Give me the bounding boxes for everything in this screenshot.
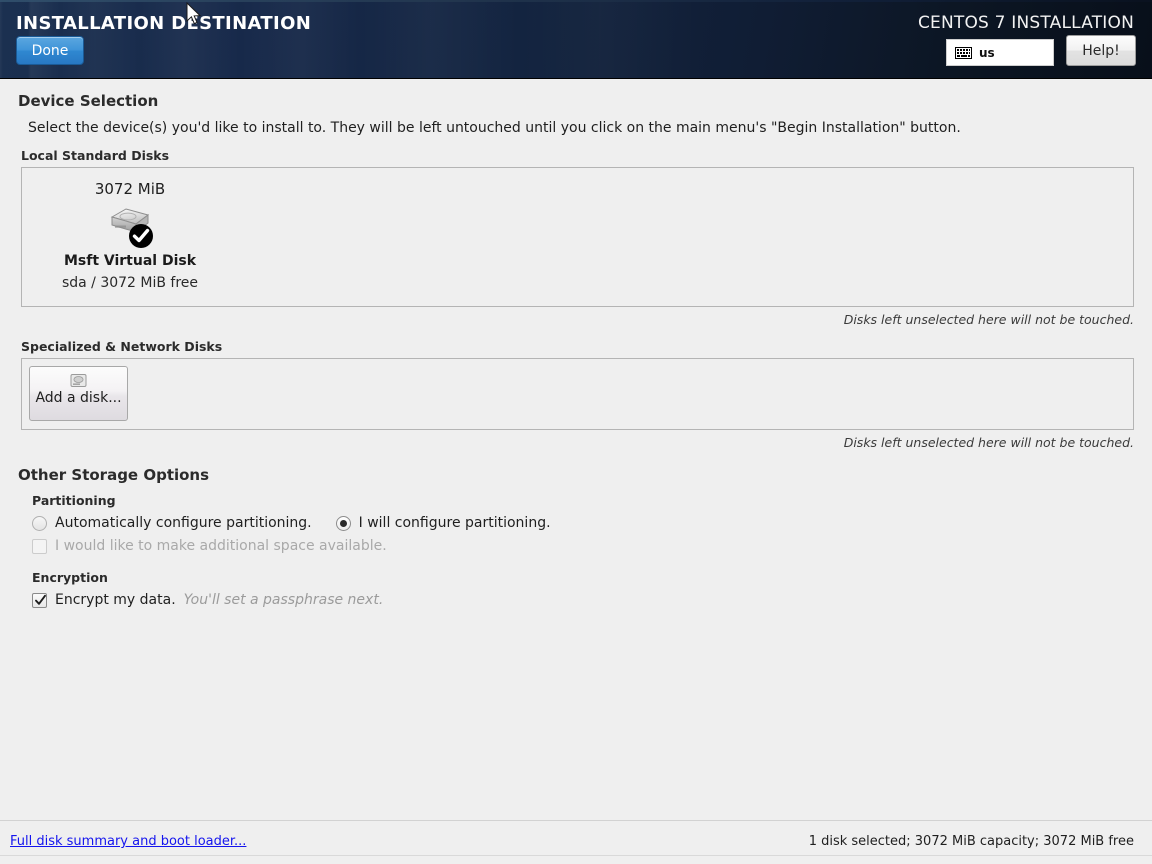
page-title: INSTALLATION DESTINATION [16, 13, 311, 34]
radio-icon-unselected [32, 516, 47, 531]
radio-manual-partitioning[interactable]: I will configure partitioning. [336, 515, 551, 531]
disk-name: Msft Virtual Disk [46, 253, 214, 269]
checkmark-icon [34, 594, 47, 607]
add-a-disk-button[interactable]: Add a disk... [29, 366, 128, 421]
encryption-label: Encryption [16, 554, 1136, 585]
checkbox-icon-unchecked-disabled [32, 539, 47, 554]
footer-bar: Full disk summary and boot loader... 1 d… [0, 820, 1152, 864]
full-disk-summary-link[interactable]: Full disk summary and boot loader... [10, 834, 246, 849]
checkbox-additional-space: I would like to make additional space av… [32, 538, 387, 554]
disk-selected-check-badge [128, 223, 154, 249]
specialized-disks-label: Specialized & Network Disks [16, 327, 1136, 358]
disk-icon [70, 373, 87, 388]
checkbox-icon-checked [32, 593, 47, 608]
checkbox-encrypt-label: Encrypt my data. [55, 592, 176, 608]
specialized-disks-panel: Add a disk... [21, 358, 1134, 430]
additional-space-row: I would like to make additional space av… [16, 531, 1136, 554]
disk-capacity: 3072 MiB [46, 180, 214, 198]
keyboard-layout-label: us [979, 46, 995, 60]
partitioning-label: Partitioning [16, 484, 1136, 508]
disk-tile-sda[interactable]: 3072 MiB [46, 180, 214, 291]
encryption-hint: You'll set a passphrase next. [184, 592, 384, 608]
product-title: CENTOS 7 INSTALLATION [918, 13, 1134, 33]
main-content: Device Selection Select the device(s) yo… [0, 79, 1152, 820]
selection-status: 1 disk selected; 3072 MiB capacity; 3072… [809, 834, 1134, 849]
partitioning-radio-row: Automatically configure partitioning. I … [16, 508, 1136, 531]
local-disks-note: Disks left unselected here will not be t… [16, 307, 1136, 327]
other-storage-options-title: Other Storage Options [16, 450, 1136, 484]
local-disks-panel: 3072 MiB [21, 167, 1134, 307]
disk-detail: sda / 3072 MiB free [46, 275, 214, 291]
device-selection-title: Device Selection [16, 79, 1136, 110]
specialized-disks-note: Disks left unselected here will not be t… [16, 430, 1136, 450]
encryption-row: Encrypt my data. You'll set a passphrase… [16, 585, 1136, 608]
add-a-disk-label: Add a disk... [35, 390, 121, 406]
radio-manual-partitioning-label: I will configure partitioning. [359, 515, 551, 531]
radio-automatic-partitioning[interactable]: Automatically configure partitioning. [32, 515, 312, 531]
radio-icon-selected [336, 516, 351, 531]
done-button[interactable]: Done [16, 36, 84, 65]
help-button[interactable]: Help! [1066, 35, 1136, 66]
keyboard-layout-indicator[interactable]: us [946, 39, 1054, 66]
app-header: INSTALLATION DESTINATION Done CENTOS 7 I… [0, 0, 1152, 79]
installation-destination-screen: INSTALLATION DESTINATION Done CENTOS 7 I… [0, 0, 1152, 864]
keyboard-icon [955, 47, 972, 59]
device-selection-description: Select the device(s) you'd like to insta… [16, 110, 1136, 136]
local-disks-label: Local Standard Disks [16, 136, 1136, 167]
checkbox-encrypt-my-data[interactable]: Encrypt my data. [32, 592, 176, 608]
disk-icon-container [106, 205, 154, 247]
radio-automatic-partitioning-label: Automatically configure partitioning. [55, 515, 312, 531]
checkbox-additional-space-label: I would like to make additional space av… [55, 538, 387, 554]
